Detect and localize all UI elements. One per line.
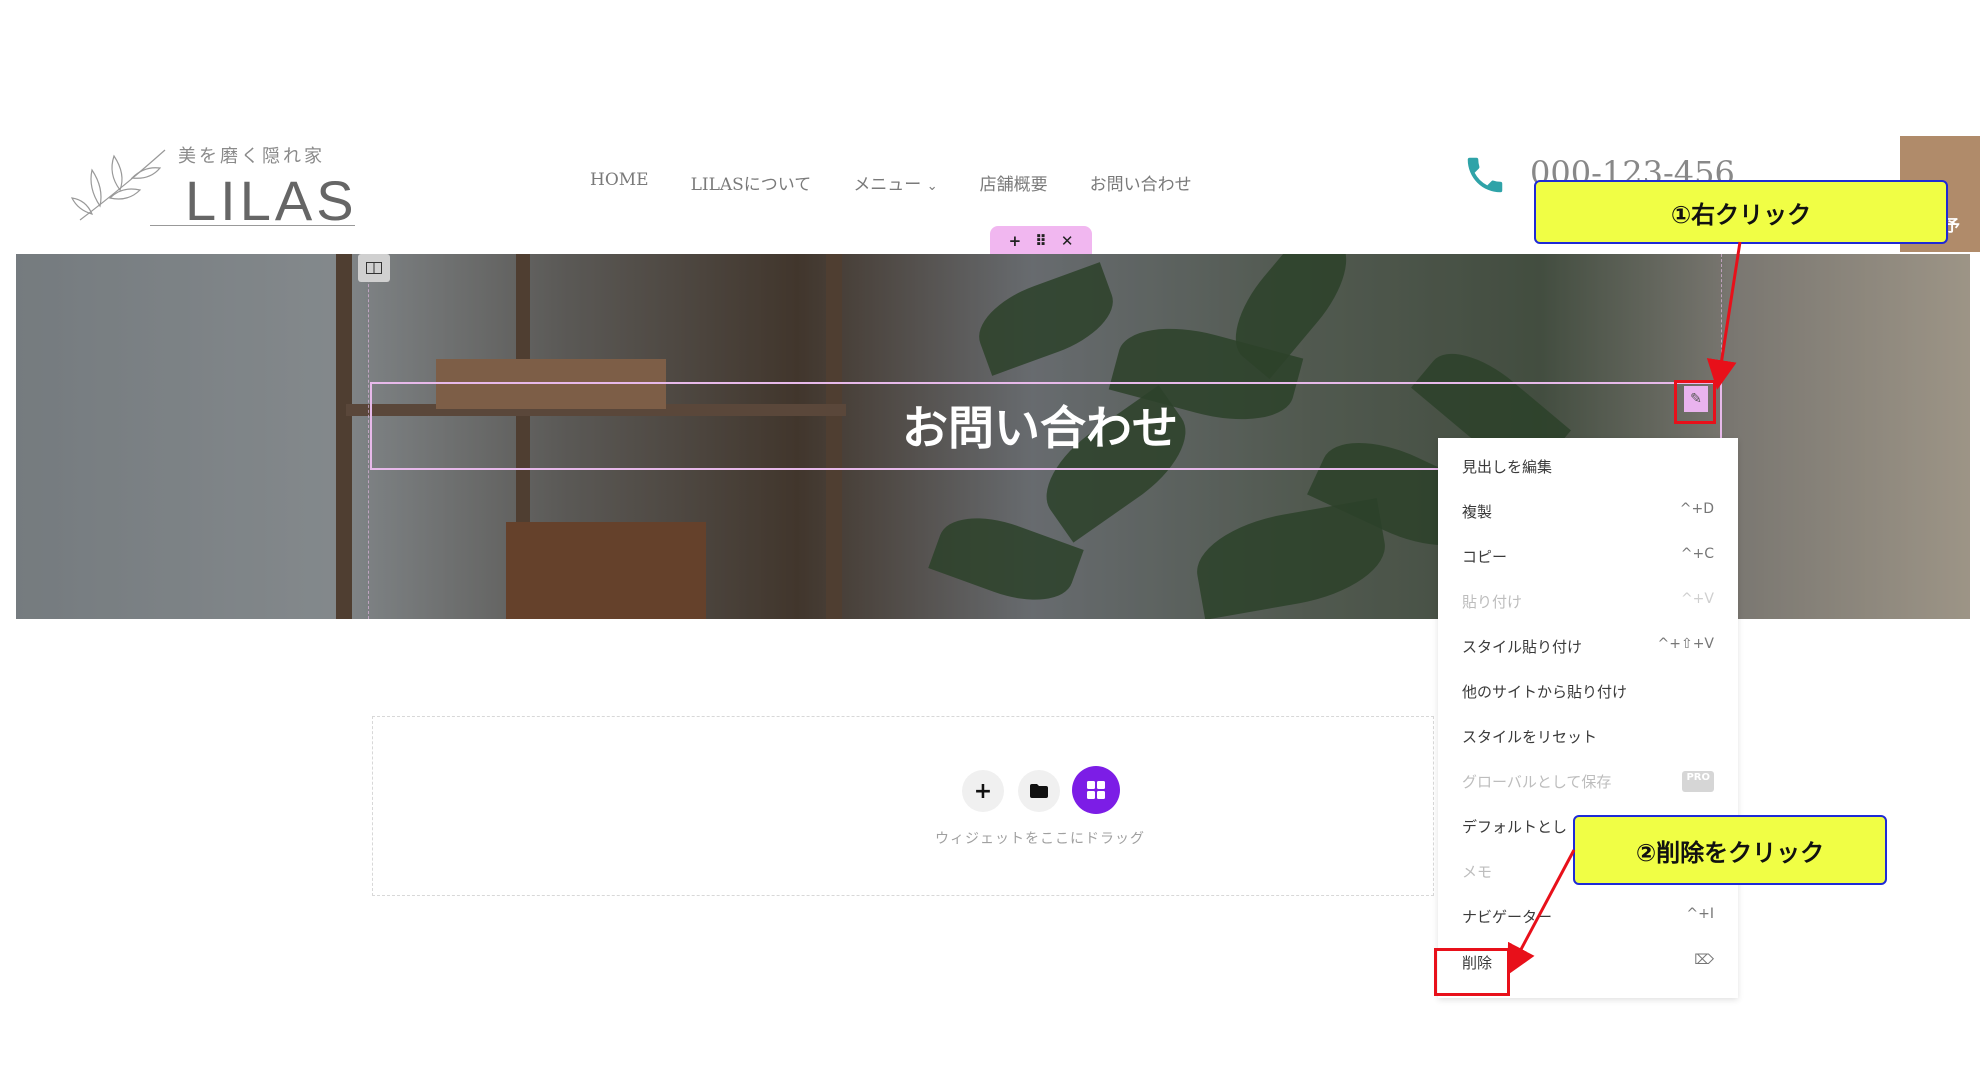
annotation-arrows (1507, 241, 1742, 976)
arrow-step1 (1706, 241, 1742, 390)
arrow-step2 (1507, 849, 1576, 976)
